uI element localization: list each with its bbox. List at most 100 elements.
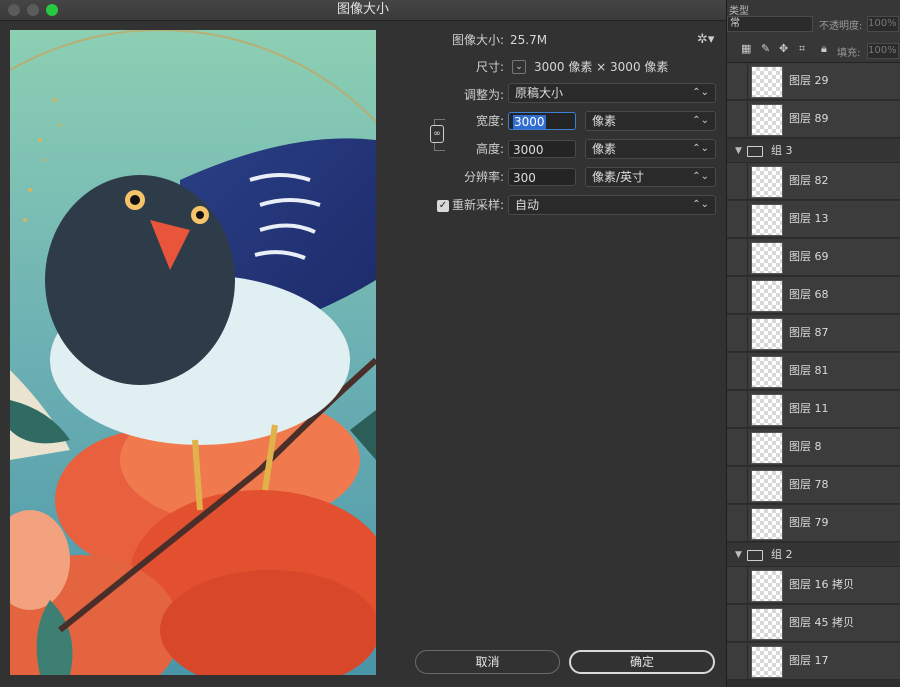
height-input[interactable]: 3000: [508, 140, 576, 158]
layer-thumbnail: [751, 166, 783, 198]
layer-name: 图层 89: [789, 112, 829, 125]
visibility-toggle[interactable]: [727, 467, 748, 503]
layer-row[interactable]: 图层 82: [727, 163, 900, 200]
visibility-toggle[interactable]: [727, 567, 748, 603]
folder-icon: [747, 146, 763, 157]
expand-triangle-icon[interactable]: ▼: [735, 146, 742, 156]
resolution-label: 分辨率:: [463, 170, 504, 184]
lock-pixels-icon[interactable]: ▦: [741, 42, 751, 55]
close-window-button[interactable]: [8, 4, 20, 16]
group-name: 组 3: [771, 144, 793, 157]
visibility-toggle[interactable]: [727, 605, 748, 641]
layer-thumbnail: [751, 470, 783, 502]
image-size-value: 25.7M: [510, 33, 548, 47]
layer-thumbnail: [751, 318, 783, 350]
layer-row[interactable]: 图层 11: [727, 391, 900, 428]
chevron-down-icon: ⌃⌄: [692, 199, 709, 210]
layer-group[interactable]: ▼ 组 2: [727, 543, 900, 567]
layer-kind-filter[interactable]: 类型: [729, 2, 749, 17]
width-label: 宽度:: [475, 114, 504, 128]
layer-row[interactable]: 图层 78: [727, 467, 900, 504]
layer-row[interactable]: 图层 68: [727, 277, 900, 314]
layer-thumbnail: [751, 280, 783, 312]
resolution-value: 300: [513, 171, 536, 185]
chevron-down-icon: ⌃⌄: [692, 87, 709, 98]
layer-name: 图层 81: [789, 364, 829, 377]
layer-row[interactable]: 图层 79: [727, 505, 900, 542]
height-unit-select[interactable]: 像素 ⌃⌄: [585, 139, 716, 159]
layer-row[interactable]: 图层 16 拷贝: [727, 567, 900, 604]
opacity-input[interactable]: 100%: [867, 16, 899, 32]
layer-name: 图层 69: [789, 250, 829, 263]
height-value: 3000: [513, 143, 544, 157]
visibility-toggle[interactable]: [727, 391, 748, 427]
layer-thumbnail: [751, 204, 783, 236]
visibility-toggle[interactable]: [727, 315, 748, 351]
resolution-unit-select[interactable]: 像素/英寸 ⌃⌄: [585, 167, 716, 187]
layer-row[interactable]: 图层 8: [727, 429, 900, 466]
layer-name: 图层 45 拷贝: [789, 616, 854, 629]
resample-checkbox[interactable]: ✓: [437, 200, 449, 212]
image-size-label: 图像大小:: [451, 33, 504, 47]
dialog-title: 图像大小: [336, 2, 389, 17]
fit-to-label: 调整为:: [463, 88, 504, 102]
layer-row[interactable]: 图层 69: [727, 239, 900, 276]
expand-triangle-icon[interactable]: ▼: [735, 550, 742, 560]
layers-panel: 类型 常 不透明度: 100% ▦ ✎ ✥ ⌗ 🔒︎ 填充: 100% 图层 2…: [727, 0, 900, 687]
resample-label: 重新采样:: [451, 198, 504, 212]
resample-select[interactable]: 自动 ⌃⌄: [508, 195, 716, 215]
layer-row[interactable]: 图层 81: [727, 353, 900, 390]
width-unit-select[interactable]: 像素 ⌃⌄: [585, 111, 716, 131]
move-icon[interactable]: ✥: [779, 42, 788, 55]
layer-row[interactable]: 图层 89: [727, 101, 900, 138]
visibility-toggle[interactable]: [727, 277, 748, 313]
chevron-down-icon: ⌃⌄: [692, 143, 709, 154]
width-input[interactable]: 3000: [508, 112, 576, 130]
lock-icon[interactable]: 🔒︎: [821, 42, 827, 56]
artboard-icon[interactable]: ⌗: [799, 42, 805, 56]
layer-thumbnail: [751, 394, 783, 426]
layer-row[interactable]: 图层 17: [727, 643, 900, 680]
image-preview[interactable]: [10, 30, 376, 675]
chevron-down-icon: ⌃⌄: [692, 171, 709, 182]
blend-mode-select[interactable]: 常: [727, 16, 813, 32]
dimensions-label: 尺寸:: [475, 60, 504, 74]
visibility-toggle[interactable]: [727, 163, 748, 199]
layer-thumbnail: [751, 104, 783, 136]
visibility-toggle[interactable]: [727, 643, 748, 679]
visibility-toggle[interactable]: [727, 505, 748, 541]
layer-row[interactable]: 图层 13: [727, 201, 900, 238]
cancel-button[interactable]: 取消: [415, 650, 560, 674]
layer-row[interactable]: 图层 45 拷贝: [727, 605, 900, 642]
visibility-toggle[interactable]: [727, 239, 748, 275]
image-size-dialog: 图像大小 图像大小: 25.7M ✲▾ 尺寸: ⌄ 3000 像素 × 3000…: [0, 0, 727, 687]
visibility-toggle[interactable]: [727, 201, 748, 237]
ok-button[interactable]: 确定: [569, 650, 715, 674]
layer-name: 图层 17: [789, 654, 829, 667]
bird-illustration: [10, 30, 376, 675]
brush-icon[interactable]: ✎: [761, 42, 770, 55]
fit-to-value: 原稿大小: [515, 86, 564, 100]
layer-name: 图层 13: [789, 212, 829, 225]
layer-name: 图层 78: [789, 478, 829, 491]
visibility-toggle[interactable]: [727, 429, 748, 465]
dimensions-dropdown-icon[interactable]: ⌄: [512, 60, 526, 74]
visibility-toggle[interactable]: [727, 101, 748, 137]
layer-row[interactable]: 图层 87: [727, 315, 900, 352]
maximize-window-button[interactable]: [46, 4, 58, 16]
gear-icon[interactable]: ✲▾: [697, 32, 714, 47]
dimensions-value: 3000 像素 × 3000 像素: [534, 60, 669, 74]
visibility-toggle[interactable]: [727, 353, 748, 389]
fill-input[interactable]: 100%: [867, 43, 899, 59]
resolution-input[interactable]: 300: [508, 168, 576, 186]
layer-row[interactable]: 图层 29: [727, 63, 900, 100]
minimize-window-button[interactable]: [27, 4, 39, 16]
group-name: 组 2: [771, 548, 793, 561]
fill-label: 填充:: [837, 48, 861, 59]
visibility-toggle[interactable]: [727, 63, 748, 99]
layer-name: 图层 29: [789, 74, 829, 87]
layer-group[interactable]: ▼ 组 3: [727, 139, 900, 163]
dimensions-row: 尺寸: ⌄ 3000 像素 × 3000 像素: [420, 57, 700, 77]
layer-thumbnail: [751, 242, 783, 274]
fit-to-select[interactable]: 原稿大小 ⌃⌄: [508, 83, 716, 103]
